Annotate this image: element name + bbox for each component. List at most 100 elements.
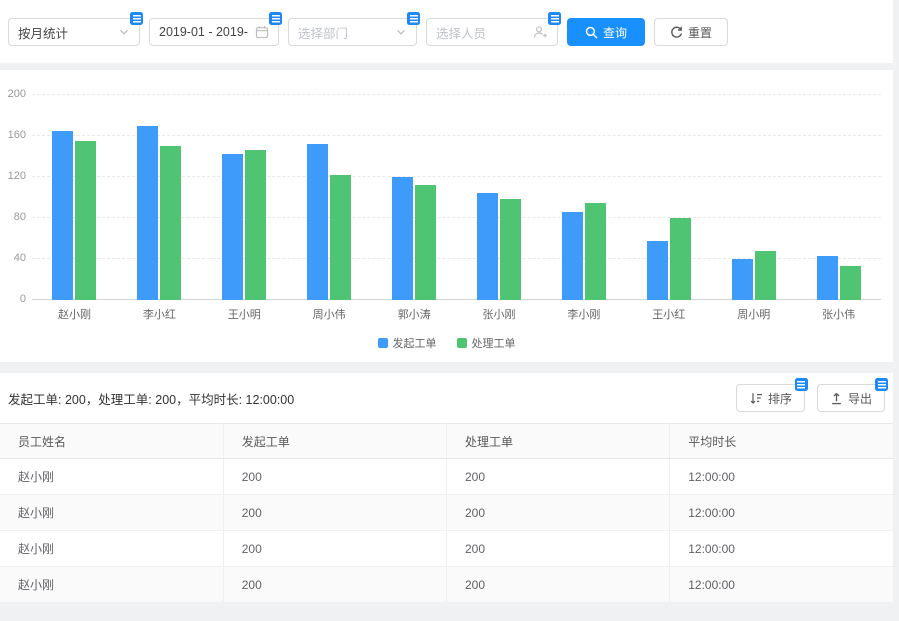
menu-badge-icon: [407, 12, 420, 25]
table-body: 赵小刚20020012:00:00赵小刚20020012:00:00赵小刚200…: [0, 459, 893, 603]
bar-processed[interactable]: [75, 141, 96, 300]
bar-group: [457, 95, 542, 300]
table-cell: 200: [223, 495, 446, 531]
table-cell: 赵小刚: [0, 495, 223, 531]
bar-processed[interactable]: [160, 146, 181, 300]
x-axis-labels: 赵小刚李小红王小明周小伟郭小涛张小刚李小刚王小红周小明张小伟: [32, 306, 881, 322]
x-tick-label: 王小明: [202, 306, 287, 322]
table-cell: 12:00:00: [670, 459, 893, 495]
bar-group: [626, 95, 711, 300]
legend-swatch: [378, 338, 388, 348]
x-tick-label: 郭小涛: [372, 306, 457, 322]
x-tick-label: 周小伟: [287, 306, 372, 322]
table-cell: 200: [447, 567, 670, 603]
bar-processed[interactable]: [755, 251, 776, 300]
page: 按月统计 2019-01 - 2019-12 选择部门: [0, 0, 893, 603]
x-tick-label: 张小伟: [796, 306, 881, 322]
chart-card: 04080120160200 赵小刚李小红王小明周小伟郭小涛张小刚李小刚王小红周…: [0, 70, 893, 362]
bar-initiated[interactable]: [222, 154, 243, 300]
bar-initiated[interactable]: [817, 256, 838, 300]
table-cell: 200: [223, 567, 446, 603]
bar-processed[interactable]: [245, 150, 266, 300]
table-cell: 赵小刚: [0, 531, 223, 567]
chevron-down-icon: [395, 26, 407, 38]
table-cell: 200: [223, 459, 446, 495]
bar-group: [117, 95, 202, 300]
table-row[interactable]: 赵小刚20020012:00:00: [0, 495, 893, 531]
y-tick-label: 0: [2, 293, 26, 305]
y-tick-label: 160: [2, 129, 26, 141]
stats-table: 员工姓名发起工单处理工单平均时长 赵小刚20020012:00:00赵小刚200…: [0, 423, 893, 603]
bar-initiated[interactable]: [392, 177, 413, 300]
table-row[interactable]: 赵小刚20020012:00:00: [0, 459, 893, 495]
table-cell: 200: [447, 531, 670, 567]
menu-badge-icon: [795, 378, 808, 391]
x-tick-label: 李小红: [117, 306, 202, 322]
legend-label: 处理工单: [472, 335, 516, 351]
bar-group: [541, 95, 626, 300]
bar-initiated[interactable]: [732, 259, 753, 300]
date-range-value: 2019-01 - 2019-12: [159, 25, 249, 39]
bar-processed[interactable]: [670, 218, 691, 300]
y-tick-label: 120: [2, 170, 26, 182]
legend-item[interactable]: 发起工单: [378, 335, 437, 351]
person-input[interactable]: 选择人员: [426, 18, 558, 46]
bar-initiated[interactable]: [307, 144, 328, 300]
table-cell: 12:00:00: [670, 495, 893, 531]
bar-processed[interactable]: [500, 199, 521, 300]
legend-swatch: [457, 338, 467, 348]
stats-table-card: 发起工单: 200，处理工单: 200，平均时长: 12:00:00 排序: [0, 373, 893, 603]
search-icon: [585, 26, 598, 39]
x-tick-label: 李小刚: [541, 306, 626, 322]
query-button[interactable]: 查询: [567, 18, 645, 46]
y-tick-label: 80: [2, 211, 26, 223]
department-select[interactable]: 选择部门: [288, 18, 417, 46]
bar-processed[interactable]: [585, 203, 606, 300]
menu-badge-icon: [875, 378, 888, 391]
column-header: 平均时长: [670, 424, 893, 459]
x-tick-label: 张小刚: [457, 306, 542, 322]
bar-plot: [32, 95, 881, 300]
bar-initiated[interactable]: [137, 126, 158, 300]
bar-processed[interactable]: [330, 175, 351, 300]
legend-item[interactable]: 处理工单: [457, 335, 516, 351]
export-button-label: 导出: [848, 390, 872, 407]
department-placeholder: 选择部门: [298, 23, 389, 42]
menu-badge-icon: [269, 12, 282, 25]
stat-type-select[interactable]: 按月统计: [8, 18, 140, 46]
bar-initiated[interactable]: [562, 212, 583, 300]
sort-button[interactable]: 排序: [736, 384, 805, 412]
table-actions: 排序 导出: [736, 384, 885, 412]
table-cell: 12:00:00: [670, 531, 893, 567]
table-row[interactable]: 赵小刚20020012:00:00: [0, 567, 893, 603]
column-header: 发起工单: [223, 424, 446, 459]
bar-processed[interactable]: [415, 185, 436, 300]
date-range-picker[interactable]: 2019-01 - 2019-12: [149, 18, 279, 46]
export-button[interactable]: 导出: [817, 384, 885, 412]
y-tick-label: 200: [2, 88, 26, 100]
stat-type-value: 按月统计: [18, 23, 112, 42]
refresh-icon: [670, 26, 683, 39]
table-cell: 12:00:00: [670, 567, 893, 603]
person-placeholder: 选择人员: [436, 23, 527, 42]
sort-descending-icon: [749, 392, 763, 405]
bar-group: [711, 95, 796, 300]
bar-group: [202, 95, 287, 300]
chevron-down-icon: [118, 26, 130, 38]
table-cell: 赵小刚: [0, 459, 223, 495]
menu-badge-icon: [548, 12, 561, 25]
table-cell: 200: [447, 495, 670, 531]
user-add-icon: [533, 25, 548, 39]
x-tick-label: 赵小刚: [32, 306, 117, 322]
summary-row: 发起工单: 200，处理工单: 200，平均时长: 12:00:00 排序: [0, 373, 893, 423]
bar-initiated[interactable]: [52, 131, 73, 300]
calendar-icon: [255, 25, 269, 39]
table-row[interactable]: 赵小刚20020012:00:00: [0, 531, 893, 567]
bar-initiated[interactable]: [647, 241, 668, 300]
table-cell: 赵小刚: [0, 567, 223, 603]
bar-group: [32, 95, 117, 300]
reset-button[interactable]: 重置: [654, 18, 728, 46]
bar-processed[interactable]: [840, 266, 861, 300]
bar-initiated[interactable]: [477, 193, 498, 300]
column-header: 处理工单: [447, 424, 670, 459]
